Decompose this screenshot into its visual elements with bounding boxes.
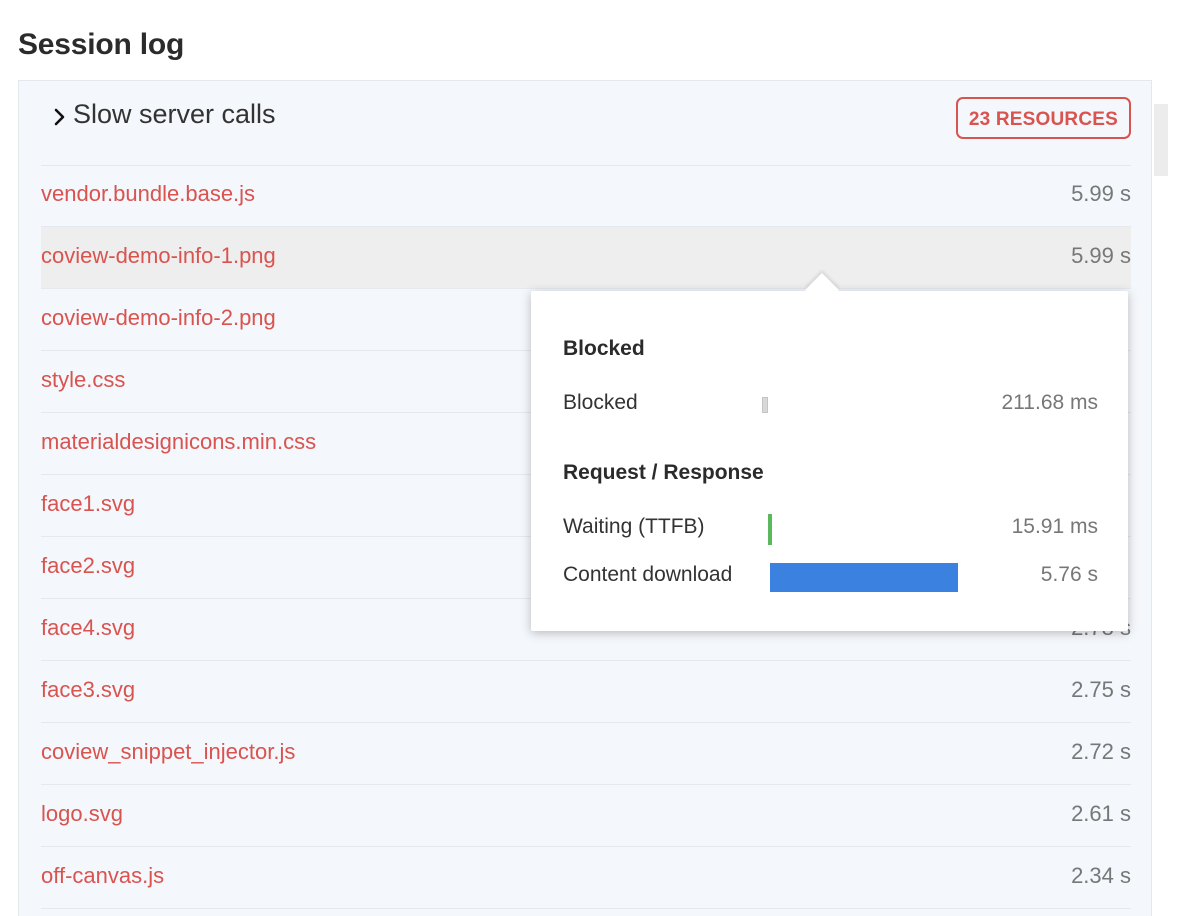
timing-value: 15.91 ms bbox=[1011, 515, 1098, 538]
timing-label: Blocked bbox=[563, 391, 638, 414]
resource-name-link[interactable]: coview-demo-info-1.png bbox=[41, 243, 276, 269]
table-row[interactable]: vendor.bundle.base.js 5.99 s bbox=[41, 165, 1131, 227]
resource-duration: 2.34 s bbox=[1071, 863, 1131, 888]
blocked-section-title: Blocked bbox=[563, 337, 645, 360]
timing-value: 5.76 s bbox=[1040, 563, 1098, 586]
resource-name-link[interactable]: vendor.bundle.base.js bbox=[41, 181, 255, 207]
resource-name-link[interactable]: face2.svg bbox=[41, 553, 135, 579]
timing-value: 211.68 ms bbox=[1001, 391, 1099, 414]
resource-name-link[interactable]: logo.svg bbox=[41, 801, 123, 827]
content-download-bar bbox=[770, 563, 958, 592]
resource-name-link[interactable]: materialdesignicons.min.css bbox=[41, 429, 316, 455]
resource-name-link[interactable]: coview-demo-info-2.png bbox=[41, 305, 276, 331]
section-header[interactable]: Slow server calls 23 RESOURCES bbox=[41, 81, 1131, 166]
resource-name-link[interactable]: style.css bbox=[41, 367, 125, 393]
resource-name-link[interactable]: off-canvas.js bbox=[41, 863, 164, 889]
resource-name-link[interactable]: face3.svg bbox=[41, 677, 135, 703]
resource-duration: 2.72 s bbox=[1071, 739, 1131, 764]
timing-label: Content download bbox=[563, 563, 733, 586]
table-row[interactable]: logo.svg 2.61 s bbox=[41, 785, 1131, 847]
table-row[interactable]: off-canvas.js 2.34 s bbox=[41, 847, 1131, 909]
session-log-page: Session log Slow server calls 23 RESOURC… bbox=[0, 0, 1184, 916]
resource-name-link[interactable]: face4.svg bbox=[41, 615, 135, 641]
resource-duration: 2.61 s bbox=[1071, 801, 1131, 826]
table-row[interactable]: face3.svg 2.75 s bbox=[41, 661, 1131, 723]
section-title[interactable]: Slow server calls bbox=[73, 99, 276, 130]
timing-label: Waiting (TTFB) bbox=[563, 515, 705, 538]
resource-duration: 5.99 s bbox=[1071, 181, 1131, 206]
table-row[interactable]: coview_snippet_injector.js 2.72 s bbox=[41, 723, 1131, 785]
resource-name-link[interactable]: face1.svg bbox=[41, 491, 135, 517]
resource-duration: 5.99 s bbox=[1071, 243, 1131, 268]
scrollbar-thumb[interactable] bbox=[1154, 104, 1168, 176]
resource-duration: 2.75 s bbox=[1071, 677, 1131, 702]
ttfb-bar bbox=[768, 514, 772, 545]
table-row[interactable]: coview-demo-info-1.png 5.99 s bbox=[41, 227, 1131, 289]
blocked-bar bbox=[762, 397, 768, 413]
timing-popover: Blocked Blocked 211.68 ms Request / Resp… bbox=[531, 273, 1128, 631]
resource-count-badge: 23 RESOURCES bbox=[955, 97, 1131, 139]
resource-name-link[interactable]: coview_snippet_injector.js bbox=[41, 739, 295, 765]
page-title: Session log bbox=[18, 28, 185, 61]
chevron-right-icon[interactable] bbox=[50, 105, 70, 129]
request-section-title: Request / Response bbox=[563, 461, 764, 484]
